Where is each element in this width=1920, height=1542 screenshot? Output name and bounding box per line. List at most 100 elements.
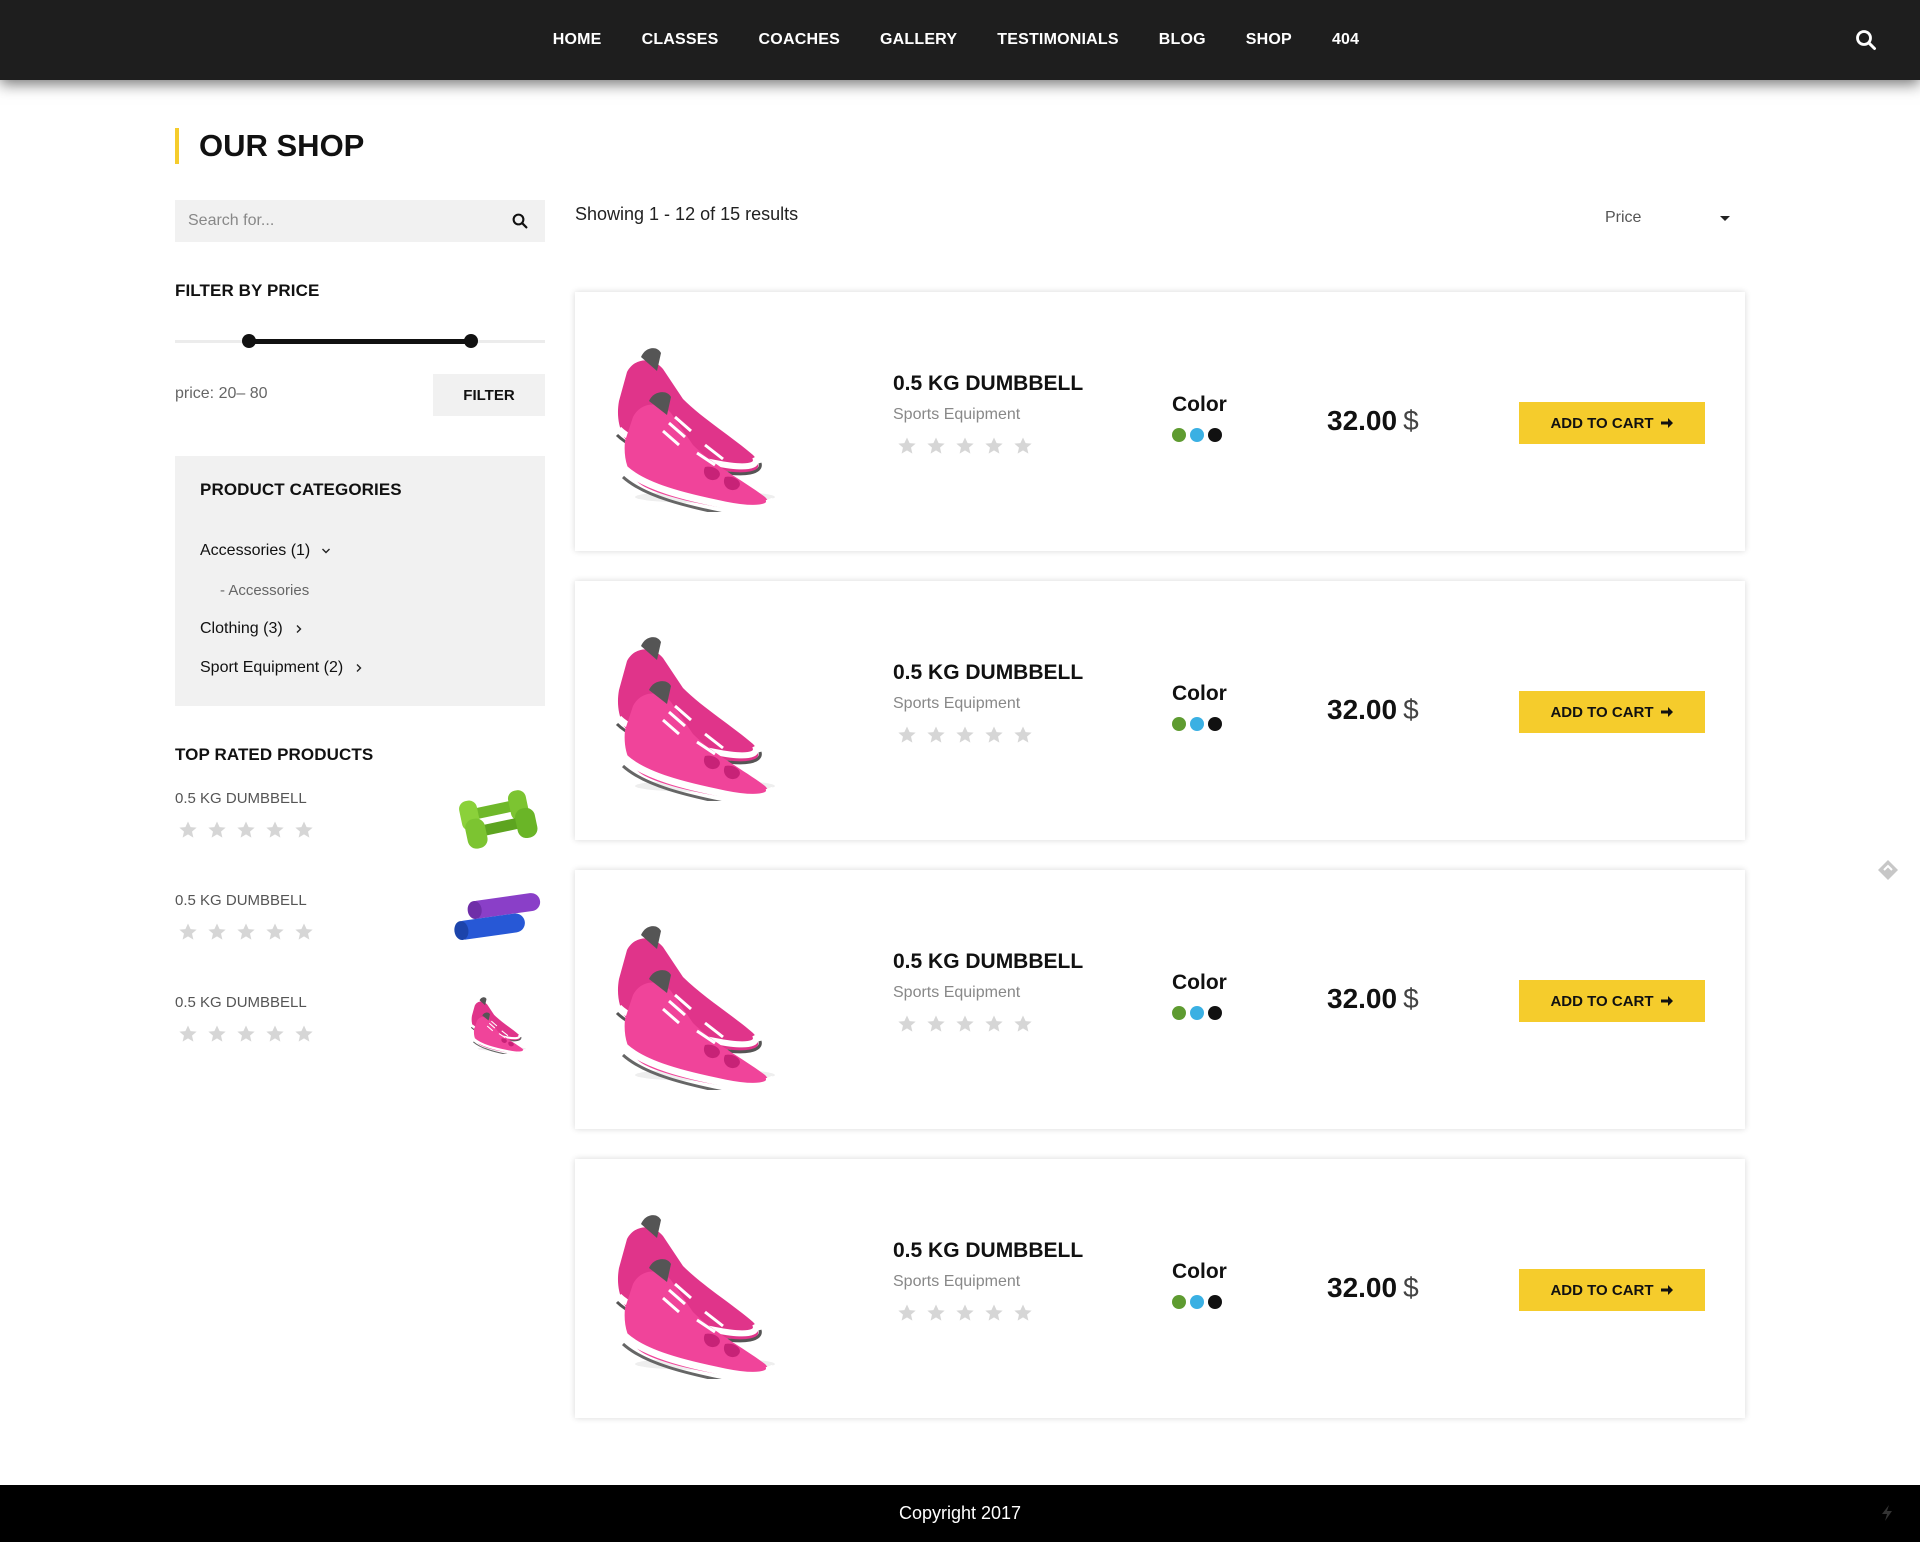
add-to-cart-button[interactable]: ADD TO CART — [1519, 402, 1705, 444]
price-slider-range — [249, 339, 471, 344]
top-rated-item-name[interactable]: 0.5 KG DUMBBELL — [175, 892, 307, 909]
star-icon[interactable] — [897, 1303, 917, 1323]
nav-item-testimonials[interactable]: TESTIMONIALS — [997, 31, 1119, 49]
add-to-cart-button[interactable]: ADD TO CART — [1519, 691, 1705, 733]
star-icon[interactable] — [926, 1303, 946, 1323]
color-swatch-black[interactable] — [1208, 1295, 1222, 1309]
category-clothing[interactable]: Clothing (3) — [200, 620, 305, 638]
star-icon[interactable] — [265, 922, 285, 942]
star-icon[interactable] — [178, 922, 198, 942]
add-to-cart-label: ADD TO CART — [1550, 1281, 1654, 1299]
product-card: 0.5 KG DUMBBELL Sports Equipment Color 3… — [575, 292, 1745, 551]
color-swatch-black[interactable] — [1208, 1006, 1222, 1020]
nav-item-shop[interactable]: SHOP — [1246, 31, 1292, 49]
top-rated-heading: TOP RATED PRODUCTS — [175, 745, 374, 764]
star-icon[interactable] — [984, 725, 1004, 745]
nav-item-404[interactable]: 404 — [1332, 31, 1359, 49]
color-swatch-green[interactable] — [1172, 428, 1186, 442]
star-icon[interactable] — [926, 725, 946, 745]
yoga-mats-image[interactable] — [450, 886, 545, 950]
product-name[interactable]: 0.5 KG DUMBBELL — [893, 661, 1083, 685]
star-icon[interactable] — [955, 1014, 975, 1034]
nav-item-classes[interactable]: CLASSES — [642, 31, 719, 49]
color-swatch-blue[interactable] — [1190, 1295, 1204, 1309]
star-icon[interactable] — [897, 1014, 917, 1034]
search-icon[interactable] — [511, 212, 529, 230]
star-icon[interactable] — [984, 436, 1004, 456]
nav-item-gallery[interactable]: GALLERY — [880, 31, 957, 49]
price-slider-min-handle[interactable] — [242, 334, 256, 348]
star-icon[interactable] — [207, 922, 227, 942]
star-icon[interactable] — [955, 1303, 975, 1323]
rating-stars — [897, 725, 1033, 745]
star-icon[interactable] — [1013, 436, 1033, 456]
top-rated-item-name[interactable]: 0.5 KG DUMBBELL — [175, 790, 307, 807]
pink-sneakers-image[interactable] — [465, 990, 535, 1056]
price-slider-max-handle[interactable] — [464, 334, 478, 348]
search-input[interactable] — [175, 200, 511, 242]
product-image[interactable] — [605, 1194, 795, 1384]
star-icon[interactable] — [294, 820, 314, 840]
color-swatch-blue[interactable] — [1190, 1006, 1204, 1020]
nav-item-coaches[interactable]: COACHES — [759, 31, 840, 49]
color-swatches — [1172, 1006, 1222, 1020]
price-value: 32.00 — [1327, 1272, 1398, 1303]
star-icon[interactable] — [294, 922, 314, 942]
color-swatch-blue[interactable] — [1190, 717, 1204, 731]
star-icon[interactable] — [926, 436, 946, 456]
star-icon[interactable] — [178, 820, 198, 840]
nav-item-home[interactable]: HOME — [553, 31, 602, 49]
product-image[interactable] — [605, 327, 795, 517]
star-icon[interactable] — [236, 820, 256, 840]
top-rated-item-name[interactable]: 0.5 KG DUMBBELL — [175, 994, 307, 1011]
results-count: Showing 1 - 12 of 15 results — [575, 204, 799, 224]
star-icon[interactable] — [265, 1024, 285, 1044]
chevron-right-icon[interactable] — [293, 623, 305, 635]
star-icon[interactable] — [1013, 1014, 1033, 1034]
green-dumbbells-image[interactable] — [450, 788, 545, 852]
star-icon[interactable] — [1013, 1303, 1033, 1323]
star-icon[interactable] — [178, 1024, 198, 1044]
star-icon[interactable] — [236, 922, 256, 942]
product-image[interactable] — [605, 616, 795, 806]
star-icon[interactable] — [984, 1014, 1004, 1034]
product-image[interactable] — [605, 905, 795, 1095]
star-icon[interactable] — [294, 1024, 314, 1044]
sort-select[interactable]: Price — [1605, 204, 1735, 232]
subcategory-accessories[interactable]: - Accessories — [220, 582, 309, 599]
star-icon[interactable] — [984, 1303, 1004, 1323]
nav-item-blog[interactable]: BLOG — [1159, 31, 1206, 49]
color-swatch-green[interactable] — [1172, 1006, 1186, 1020]
star-icon[interactable] — [1013, 725, 1033, 745]
star-icon[interactable] — [897, 436, 917, 456]
star-icon[interactable] — [955, 436, 975, 456]
color-swatch-black[interactable] — [1208, 717, 1222, 731]
chevron-right-icon[interactable] — [353, 662, 365, 674]
product-name[interactable]: 0.5 KG DUMBBELL — [893, 1239, 1083, 1263]
add-to-cart-button[interactable]: ADD TO CART — [1519, 980, 1705, 1022]
color-swatch-green[interactable] — [1172, 1295, 1186, 1309]
star-icon[interactable] — [926, 1014, 946, 1034]
product-price: 32.00 $ — [1327, 1272, 1419, 1304]
search-icon[interactable] — [1854, 28, 1878, 52]
filter-button[interactable]: FILTER — [433, 374, 545, 416]
star-icon[interactable] — [955, 725, 975, 745]
category-sport-equipment[interactable]: Sport Equipment (2) — [200, 659, 365, 677]
product-category: Sports Equipment — [893, 984, 1021, 1001]
color-swatch-black[interactable] — [1208, 428, 1222, 442]
product-name[interactable]: 0.5 KG DUMBBELL — [893, 950, 1083, 974]
color-swatch-blue[interactable] — [1190, 428, 1204, 442]
chevron-down-icon[interactable] — [320, 545, 332, 557]
product-card: 0.5 KG DUMBBELL Sports Equipment Color 3… — [575, 581, 1745, 840]
star-icon[interactable] — [265, 820, 285, 840]
star-icon[interactable] — [897, 725, 917, 745]
category-accessories[interactable]: Accessories (1) — [200, 542, 332, 560]
product-name[interactable]: 0.5 KG DUMBBELL — [893, 372, 1083, 396]
rating-stars — [897, 436, 1033, 456]
tag-icon[interactable] — [1876, 858, 1900, 882]
color-swatch-green[interactable] — [1172, 717, 1186, 731]
star-icon[interactable] — [207, 820, 227, 840]
add-to-cart-button[interactable]: ADD TO CART — [1519, 1269, 1705, 1311]
star-icon[interactable] — [236, 1024, 256, 1044]
star-icon[interactable] — [207, 1024, 227, 1044]
